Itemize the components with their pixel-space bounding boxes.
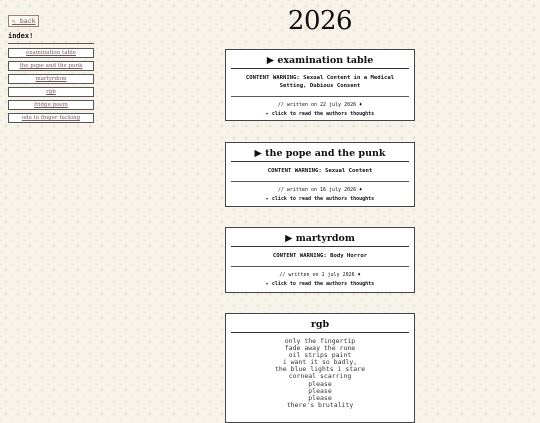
content-warning: CONTENT WARNING: Sexual Content bbox=[267, 168, 373, 174]
nav-item-fridge-poem[interactable]: fridge poem bbox=[8, 100, 94, 110]
authors-thoughts-toggle[interactable]: ▸ click to read the authors thoughts bbox=[226, 281, 414, 287]
poem-text: only the fingertip fade away the rune oi… bbox=[226, 337, 414, 409]
authors-thoughts-toggle[interactable]: ▸ click to read the authors thoughts bbox=[226, 111, 414, 117]
story-card: ▶ examination table CONTENT WARNING: Sex… bbox=[225, 49, 415, 121]
written-date: // written on 1 july 2026 ♦ bbox=[279, 272, 361, 278]
site-title: 2026 bbox=[287, 6, 353, 36]
content-warning: CONTENT WARNING: Body Horror bbox=[272, 253, 368, 259]
nav-item-the-pope-and-the-punk[interactable]: the pope and the punk bbox=[8, 61, 94, 71]
story-card: ▶ martyrdom CONTENT WARNING: Body Horror… bbox=[225, 227, 415, 293]
divider bbox=[231, 181, 409, 182]
story-card: ▶ the pope and the punk CONTENT WARNING:… bbox=[225, 142, 415, 207]
card-title[interactable]: ▶ examination table bbox=[231, 55, 409, 69]
card-title: rgb bbox=[231, 319, 409, 333]
nav-item-examination-table[interactable]: examination table bbox=[8, 48, 94, 58]
authors-thoughts-toggle[interactable]: ▸ click to read the authors thoughts bbox=[226, 196, 414, 202]
card-title[interactable]: ▶ martyrdom bbox=[231, 233, 409, 247]
written-date: // written on 22 july 2026 ♦ bbox=[277, 102, 363, 108]
divider bbox=[231, 96, 409, 97]
content-warning: CONTENT WARNING: Sexual Content in a Med… bbox=[245, 75, 395, 89]
card-title[interactable]: ▶ the pope and the punk bbox=[231, 148, 409, 162]
poem-line: there's brutality bbox=[286, 400, 354, 409]
nav-item-rgb[interactable]: rgb bbox=[8, 87, 94, 97]
nav-item-ode-to-finger-fucking[interactable]: ode to finger fucking bbox=[8, 113, 94, 123]
divider bbox=[231, 266, 409, 267]
nav-item-martyrdom[interactable]: martyrdom bbox=[8, 74, 94, 84]
poem-card: rgb only the fingertip fade away the run… bbox=[225, 313, 415, 423]
written-date: // written on 16 july 2026 ♦ bbox=[277, 187, 363, 193]
